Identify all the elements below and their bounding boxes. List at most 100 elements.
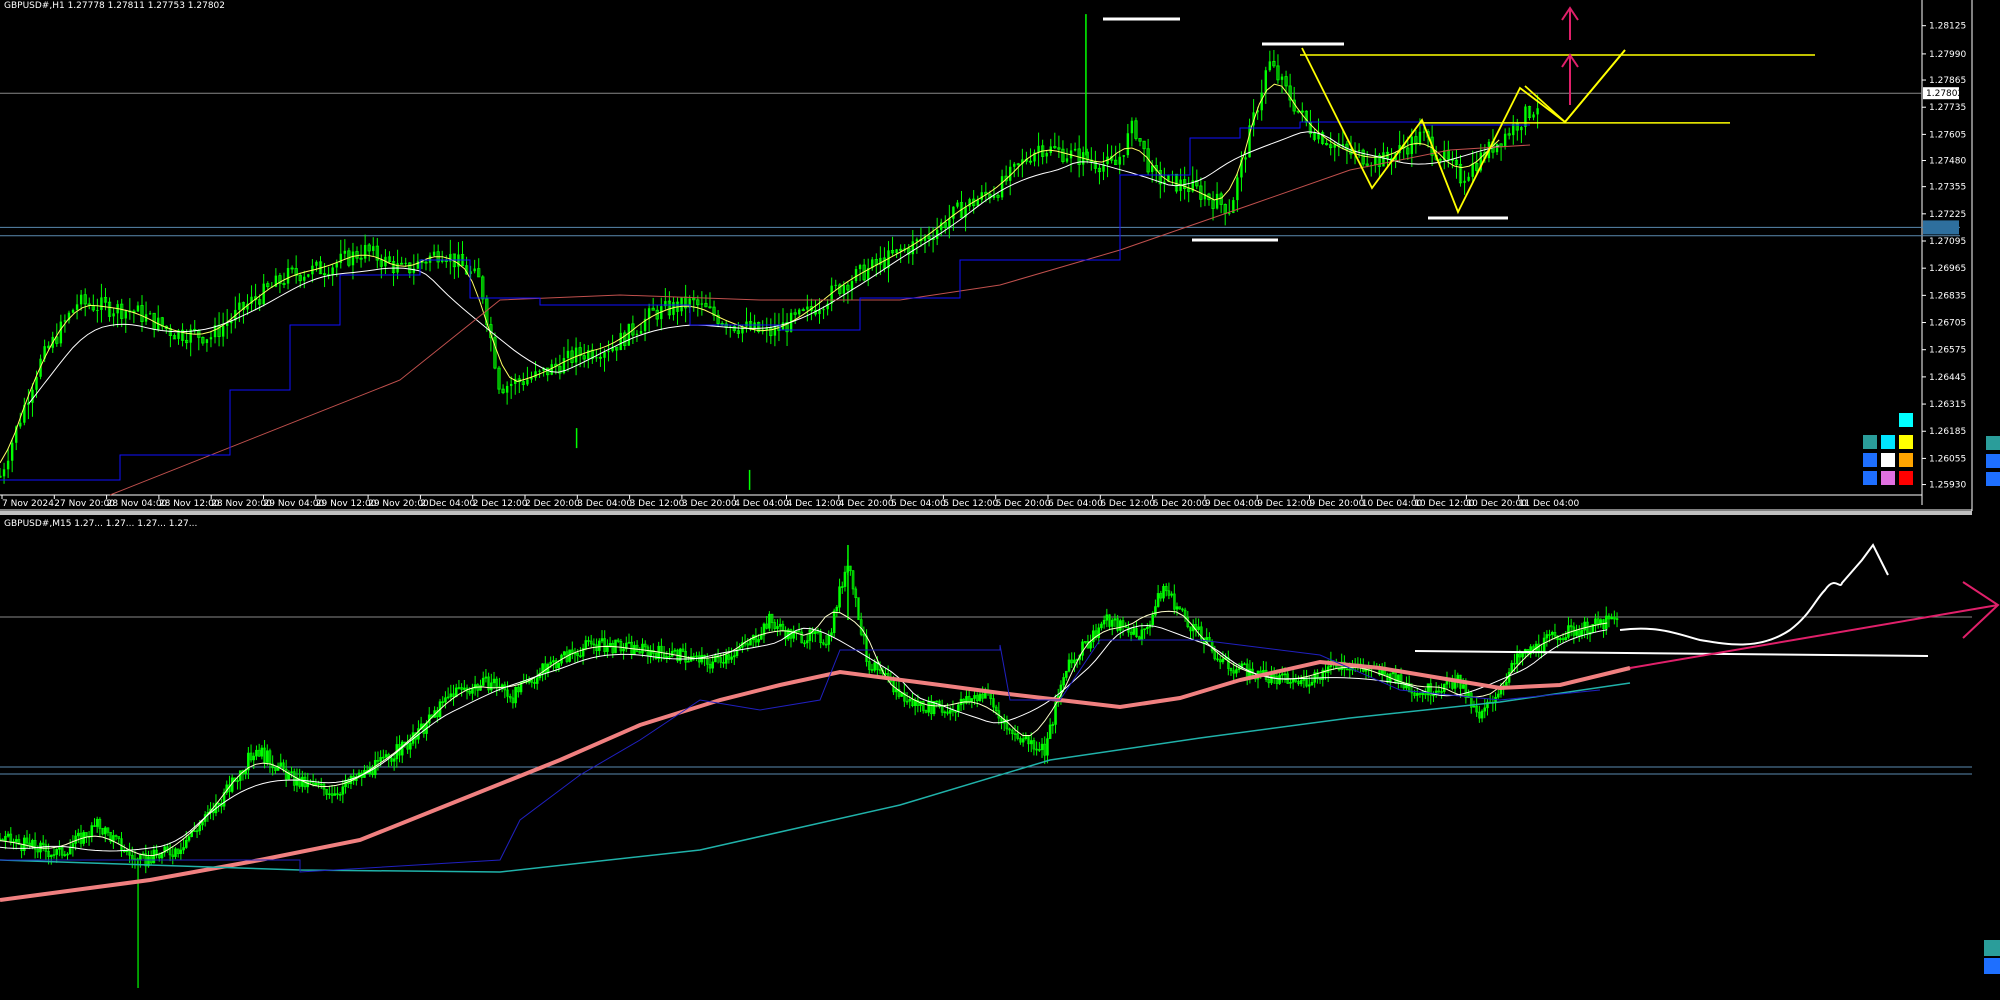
h1-candle-body: [303, 276, 306, 281]
h1-candle-body: [363, 244, 367, 259]
h1-candle-body: [1122, 155, 1125, 157]
m15-candle-body: [562, 651, 566, 656]
m15-candle-body: [217, 802, 220, 805]
price-tick-label: 1.27225: [1929, 210, 1966, 220]
m15-candle-body: [1559, 638, 1562, 641]
m15-candle-body: [1283, 673, 1287, 676]
m15-candle-body: [1615, 618, 1619, 620]
h1-candle-body: [286, 268, 290, 284]
m15-candle-body: [457, 687, 461, 689]
time-tick-label: 3 Dec 12:00: [630, 499, 685, 509]
color-swatch: [1986, 472, 2000, 486]
time-tick-label: 6 Dec 20:00: [1153, 499, 1208, 509]
m15-candle-body: [1604, 615, 1608, 629]
color-swatch: [1899, 471, 1913, 485]
h1-candle-body: [1495, 143, 1499, 153]
m15-candle-body: [58, 847, 61, 850]
h1-candle-body: [75, 304, 79, 310]
time-tick-label: 6 Dec 12:00: [1100, 499, 1155, 509]
m15-candle-body: [1073, 659, 1076, 664]
m15-candle-body: [66, 853, 69, 856]
m15-candle-body: [1156, 593, 1160, 607]
m15-candle-body: [471, 688, 474, 694]
m15-candle-body: [341, 786, 345, 795]
h1-candle-body: [700, 303, 704, 305]
m15-candle-body: [778, 623, 782, 627]
m15-candle-body: [1397, 674, 1400, 684]
level-price-badge: [1923, 220, 1959, 235]
m15-candle-body: [90, 825, 94, 837]
m15-candle-body: [687, 660, 690, 663]
time-tick-label: 5 Dec 04:00: [891, 499, 946, 509]
m15-candle-body: [187, 836, 191, 841]
price-tick-label: 1.27095: [1929, 237, 1966, 247]
m15-candle-body: [1062, 677, 1065, 686]
m15-candle-body: [446, 696, 450, 699]
h1-candle-body: [1503, 133, 1507, 147]
price-tick-label: 1.27865: [1929, 76, 1966, 86]
h1-candle-body: [10, 442, 14, 461]
h1-candle-body: [850, 281, 854, 290]
h1-candle-body: [550, 364, 553, 375]
h1-candle-body: [680, 297, 683, 312]
m15-candle-body: [1583, 621, 1586, 631]
h1-candle-body: [31, 389, 34, 403]
m15-fast-ma-line: [0, 610, 1608, 857]
m15-candle-body: [557, 662, 561, 669]
m15-candle-body: [957, 704, 960, 712]
h1-candle-body: [956, 202, 959, 207]
m15-candle-body: [1105, 614, 1109, 621]
price-tick-label: 1.26445: [1929, 373, 1966, 383]
h1-candle-body: [968, 199, 971, 207]
h1-candle-body: [1150, 165, 1154, 172]
m15-candle-body: [535, 677, 539, 684]
h1-chart-pane[interactable]: 1.28125 1.27990 1.27865 1.27735 1.27605 1.274…: [0, 0, 2000, 511]
h1-candle-body: [59, 321, 63, 344]
m15-candle-body: [808, 629, 812, 641]
time-tick-label: 3 Dec 04:00: [577, 499, 632, 509]
h1-candle-body: [1280, 76, 1284, 80]
m15-chart-pane[interactable]: [0, 543, 2000, 988]
h1-candle-body: [372, 246, 375, 251]
m15-candle-body: [1461, 684, 1465, 689]
m15-candle-body: [1289, 681, 1292, 684]
h1-candle-body: [6, 460, 10, 470]
price-tick-label: 1.26705: [1929, 319, 1966, 329]
h1-candle-body: [209, 337, 213, 340]
h1-candle-body: [205, 339, 209, 344]
h1-candle-body: [635, 333, 639, 336]
h1-candle-body: [63, 320, 67, 322]
m15-candle-body: [668, 655, 671, 658]
h1-mid-ma-line: [28, 131, 1500, 404]
h1-candle-body: [830, 285, 833, 304]
m15-candle-body: [198, 824, 202, 832]
time-tick-label: 3 Dec 20:00: [682, 499, 737, 509]
m15-candle-body: [328, 793, 331, 796]
m15-candle-body: [1102, 619, 1106, 625]
h1-candle-body: [509, 383, 513, 386]
h1-title: GBPUSD#,H1 1.27778 1.27811 1.27753 1.278…: [4, 1, 225, 11]
m15-candle-body: [1307, 684, 1311, 687]
price-tick-label: 1.27605: [1929, 130, 1966, 140]
m15-candle-body: [1110, 619, 1114, 627]
h1-candle-body: [1236, 177, 1239, 201]
h1-candle-body: [96, 309, 99, 311]
m15-candle-body: [1051, 724, 1055, 726]
m15-candle-body: [1496, 693, 1500, 698]
m15-candle-body: [1029, 740, 1033, 745]
price-tick-label: 1.26965: [1929, 264, 1966, 274]
m15-candle-body: [68, 847, 72, 855]
m15-candle-body: [333, 793, 337, 796]
h1-candle-body: [627, 323, 631, 346]
h1-candle-body: [79, 294, 83, 305]
h1-candle-body: [1000, 176, 1004, 198]
m15-candle-body: [1065, 670, 1068, 678]
m15-candle-body: [984, 692, 987, 699]
m15-candle-body: [384, 754, 388, 758]
m15-candle-body: [314, 782, 318, 786]
m15-candle-body: [1580, 629, 1584, 637]
pane-divider[interactable]: [0, 511, 1972, 515]
color-swatch: [1881, 453, 1895, 467]
color-swatch: [1881, 471, 1895, 485]
h1-candle-body: [566, 350, 570, 359]
